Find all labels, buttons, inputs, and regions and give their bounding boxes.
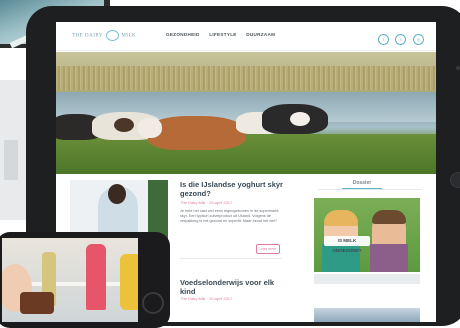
sidebar-feature-image[interactable]	[314, 198, 420, 272]
phone-screen	[2, 238, 138, 322]
cow-black-white	[262, 104, 328, 134]
article-title-2[interactable]: Voedselonderwijs voor elk kind	[180, 278, 284, 296]
cow-brown	[138, 116, 246, 150]
sidebar-image-2[interactable]	[314, 308, 420, 322]
sidebar-caption-bar	[314, 274, 420, 284]
site-logo[interactable]: THE DAIRY MILK	[72, 30, 136, 41]
nav-item-duurzaam[interactable]: DUURZAAM	[246, 32, 275, 37]
main-menu: GEZONDHEID LIFESTYLE DUURZAAM	[166, 32, 283, 37]
thumbnail-head	[108, 184, 126, 204]
sidebar-divider	[318, 189, 422, 190]
hero-reeds	[56, 66, 436, 90]
read-more-button[interactable]: Lees meer	[256, 244, 280, 254]
article-divider	[180, 258, 282, 259]
article-meta-2: The Dairy Milk · 20 april 2017	[180, 296, 233, 301]
twitter-icon[interactable]: t	[395, 34, 407, 45]
phone-home-button[interactable]	[142, 292, 164, 314]
chocolate-cake	[20, 292, 54, 314]
article-meta: The Dairy Milk · 25 april 2017	[180, 200, 233, 205]
hero-grass	[56, 134, 436, 174]
instagram-icon[interactable]: ◎	[412, 34, 424, 45]
sidebar-heading[interactable]: Dossier	[342, 180, 382, 189]
child-boy	[370, 210, 408, 272]
hero-image-cows	[56, 52, 436, 174]
thumbnail-plant	[148, 180, 168, 240]
logo-text-left: THE DAIRY	[72, 33, 103, 39]
article-thumbnail[interactable]	[70, 180, 168, 240]
bottle-yellow	[120, 254, 138, 310]
logo-text-right: MILK	[121, 33, 137, 39]
article-excerpt: Je hebt het vast wel eens tegengekomen i…	[180, 209, 280, 223]
sidebar-badge[interactable]: IS MELK ONGEZOND?	[324, 236, 370, 253]
background-device	[0, 80, 26, 220]
top-navigation: THE DAIRY MILK GEZONDHEID LIFESTYLE DUUR…	[56, 22, 436, 51]
article-title[interactable]: Is die IJslandse yoghurt skyr gezond?	[180, 180, 290, 198]
facebook-icon[interactable]: f	[378, 34, 389, 45]
cow-logo-icon	[105, 30, 119, 41]
tablet-home-button[interactable]	[450, 172, 460, 188]
tablet-camera	[456, 66, 460, 70]
social-links: f t ◎	[378, 28, 426, 46]
nav-item-gezondheid[interactable]: GEZONDHEID	[166, 32, 200, 37]
nav-item-lifestyle[interactable]: LIFESTYLE	[209, 32, 236, 37]
bottle-pink	[86, 244, 106, 310]
